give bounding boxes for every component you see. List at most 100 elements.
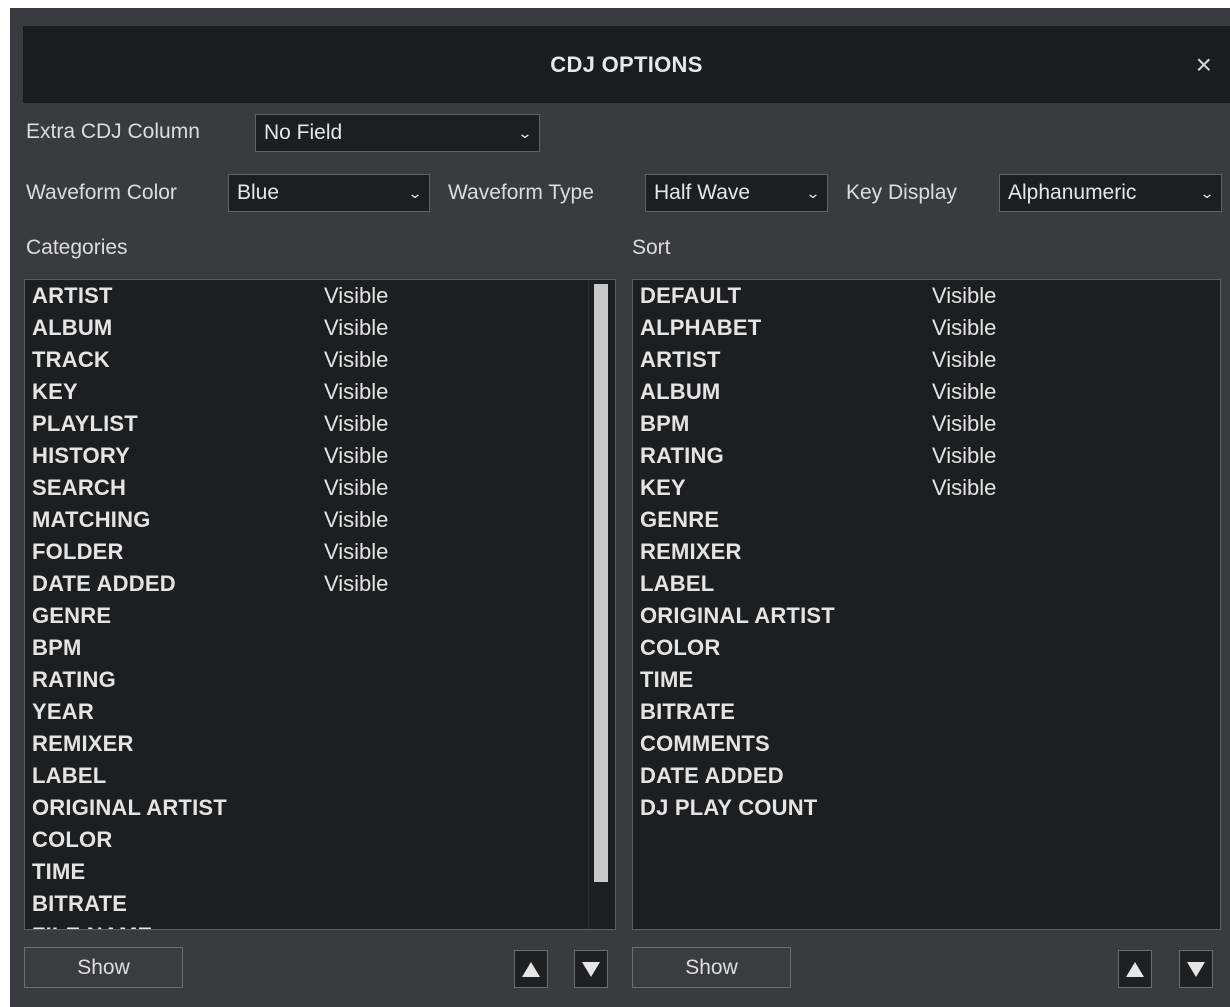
sort-item-name: LABEL <box>640 571 715 596</box>
category-list-item[interactable]: SEARCH Visible <box>32 472 615 504</box>
category-item-name: COLOR <box>32 827 113 852</box>
sort-item-name: BPM <box>640 411 690 436</box>
waveform-color-select[interactable]: Blue ⌄ <box>228 174 430 212</box>
sort-item-status: Visible <box>932 283 997 308</box>
waveform-color-value: Blue <box>237 181 280 204</box>
category-item-name: FOLDER <box>32 539 124 564</box>
category-list-item[interactable]: KEY Visible <box>32 376 615 408</box>
arrow-down-icon <box>582 961 600 977</box>
category-list-item[interactable]: COLOR <box>32 824 615 856</box>
key-display-value: Alphanumeric <box>1008 181 1137 204</box>
categories-move-down-button[interactable] <box>574 950 608 988</box>
sort-item-name: REMIXER <box>640 539 742 564</box>
waveform-type-select[interactable]: Half Wave ⌄ <box>645 174 828 212</box>
category-item-status: Visible <box>324 315 389 340</box>
chevron-down-icon: ⌄ <box>1199 184 1215 201</box>
category-item-name: HISTORY <box>32 443 130 468</box>
category-item-status: Visible <box>324 347 389 372</box>
category-item-status: Visible <box>324 475 389 500</box>
sort-item-name: COMMENTS <box>640 731 770 756</box>
category-item-name: ALBUM <box>32 315 113 340</box>
category-item-name: DATE ADDED <box>32 571 176 596</box>
category-list-item[interactable]: RATING <box>32 664 615 696</box>
category-list-item[interactable]: TIME <box>32 856 615 888</box>
category-item-name: MATCHING <box>32 507 151 532</box>
category-list-item[interactable]: FOLDER Visible <box>32 536 615 568</box>
waveform-color-label: Waveform Color <box>26 181 177 204</box>
sort-item-name: GENRE <box>640 507 720 532</box>
sort-item-name: DJ PLAY COUNT <box>640 795 818 820</box>
category-list-item[interactable]: ALBUM Visible <box>32 312 615 344</box>
category-list-item[interactable]: YEAR <box>32 696 615 728</box>
sort-list-item[interactable]: DEFAULT Visible <box>640 280 1220 312</box>
category-item-name: RATING <box>32 667 116 692</box>
close-icon[interactable]: × <box>1196 50 1212 79</box>
sort-list-item[interactable]: LABEL <box>640 568 1220 600</box>
dialog-title: CDJ OPTIONS <box>550 51 703 77</box>
sort-item-name: TIME <box>640 667 694 692</box>
category-item-name: BPM <box>32 635 82 660</box>
sort-item-name: ALBUM <box>640 379 721 404</box>
sort-move-down-button[interactable] <box>1179 950 1213 988</box>
sort-list-item[interactable]: TIME <box>640 664 1220 696</box>
extra-cdj-column-select[interactable]: No Field ⌄ <box>255 114 540 152</box>
sort-show-button[interactable]: Show <box>632 947 791 988</box>
category-item-name: TIME <box>32 859 86 884</box>
category-list-item[interactable]: LABEL <box>32 760 615 792</box>
sort-item-status: Visible <box>932 379 997 404</box>
category-item-name: YEAR <box>32 699 94 724</box>
sort-item-name: DEFAULT <box>640 283 742 308</box>
sort-list-item[interactable]: ALPHABET Visible <box>640 312 1220 344</box>
categories-scrollbar-thumb[interactable] <box>594 284 608 882</box>
sort-item-name: KEY <box>640 475 686 500</box>
category-item-name: LABEL <box>32 763 107 788</box>
sort-list-item[interactable]: KEY Visible <box>640 472 1220 504</box>
category-list-item[interactable]: ARTIST Visible <box>32 280 615 312</box>
categories-show-button[interactable]: Show <box>24 947 183 988</box>
category-list-item[interactable]: ORIGINAL ARTIST <box>32 792 615 824</box>
sort-list-item[interactable]: RATING Visible <box>640 440 1220 472</box>
category-list-item[interactable]: MATCHING Visible <box>32 504 615 536</box>
sort-list-item[interactable]: COLOR <box>640 632 1220 664</box>
category-list-item[interactable]: DATE ADDED Visible <box>32 568 615 600</box>
extra-cdj-column-value: No Field <box>264 121 343 144</box>
arrow-up-icon <box>522 961 540 977</box>
sort-move-up-button[interactable] <box>1118 950 1152 988</box>
category-item-status: Visible <box>324 283 389 308</box>
sort-list-item[interactable]: DJ PLAY COUNT <box>640 792 1220 824</box>
categories-scrollbar[interactable] <box>588 280 615 929</box>
categories-move-up-button[interactable] <box>514 950 548 988</box>
category-list-item[interactable]: PLAYLIST Visible <box>32 408 615 440</box>
category-list-item[interactable]: TRACK Visible <box>32 344 615 376</box>
sort-list-item[interactable]: ORIGINAL ARTIST <box>640 600 1220 632</box>
category-item-name: TRACK <box>32 347 110 372</box>
sort-list-item[interactable]: DATE ADDED <box>640 760 1220 792</box>
category-list-item[interactable]: GENRE <box>32 600 615 632</box>
category-list-item[interactable]: BITRATE <box>32 888 615 920</box>
categories-list[interactable]: ARTIST Visible ALBUM Visible TRACK Visible KEY… <box>24 279 616 930</box>
key-display-label: Key Display <box>846 181 957 204</box>
category-list-item[interactable]: FILE NAME <box>32 920 615 929</box>
sort-list-item[interactable]: REMIXER <box>640 536 1220 568</box>
category-list-item[interactable]: REMIXER <box>32 728 615 760</box>
category-item-name: PLAYLIST <box>32 411 138 436</box>
category-list-item[interactable]: BPM <box>32 632 615 664</box>
sort-list-item[interactable]: ARTIST Visible <box>640 344 1220 376</box>
category-list-item[interactable]: HISTORY Visible <box>32 440 615 472</box>
category-item-name: FILE NAME <box>32 920 152 929</box>
chevron-down-icon: ⌄ <box>407 184 423 201</box>
category-item-name: ORIGINAL ARTIST <box>32 795 227 820</box>
chevron-down-icon: ⌄ <box>517 124 533 141</box>
sort-list-item[interactable]: ALBUM Visible <box>640 376 1220 408</box>
category-item-name: REMIXER <box>32 731 134 756</box>
sort-list-item[interactable]: BPM Visible <box>640 408 1220 440</box>
sort-list-item[interactable]: BITRATE <box>640 696 1220 728</box>
category-item-status: Visible <box>324 379 389 404</box>
sort-list-item[interactable]: GENRE <box>640 504 1220 536</box>
sort-list[interactable]: DEFAULT Visible ALPHABET Visible ARTIST Visib… <box>632 279 1221 930</box>
key-display-select[interactable]: Alphanumeric ⌄ <box>999 174 1222 212</box>
category-item-status: Visible <box>324 507 389 532</box>
sort-list-item[interactable]: COMMENTS <box>640 728 1220 760</box>
categories-header: Categories <box>26 236 128 259</box>
sort-item-name: COLOR <box>640 635 721 660</box>
